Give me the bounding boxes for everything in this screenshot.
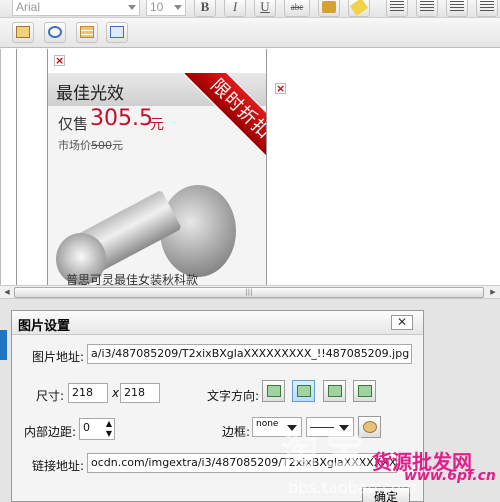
insert-table-button[interactable] bbox=[76, 22, 98, 43]
size-times: x bbox=[112, 386, 120, 400]
watermark-domain: bbs.taobao.com bbox=[288, 478, 417, 497]
broken-image-icon-2: × bbox=[275, 82, 286, 95]
stepper-arrows-icon[interactable]: ▲ ▼ bbox=[106, 419, 112, 439]
broken-image-icon: × bbox=[54, 54, 65, 67]
dialog-title: 图片设置 bbox=[18, 319, 71, 334]
height-input[interactable]: 218 bbox=[120, 383, 160, 403]
strikethrough-button[interactable]: abc bbox=[284, 0, 310, 17]
text-color-icon bbox=[322, 1, 336, 13]
ad-market-price: 市场价500元 bbox=[58, 137, 123, 153]
insert-image-button[interactable] bbox=[12, 22, 34, 43]
side-tab bbox=[0, 330, 7, 360]
align-right-button[interactable] bbox=[446, 0, 468, 17]
text-color-button[interactable] bbox=[318, 0, 340, 17]
insert-toolbar bbox=[0, 18, 500, 48]
ad-price: 305.5 bbox=[90, 106, 153, 131]
scroll-right-icon[interactable]: ▶ bbox=[488, 287, 498, 298]
align-right-icon bbox=[450, 1, 464, 13]
font-family-select[interactable]: Arial bbox=[12, 0, 140, 16]
wrap-none-button[interactable] bbox=[323, 380, 346, 402]
source-code-button[interactable] bbox=[106, 22, 128, 43]
underline-button[interactable]: U bbox=[254, 0, 276, 17]
size-label: 尺寸: bbox=[36, 389, 65, 403]
highlight-button[interactable] bbox=[348, 0, 370, 17]
market-price-value: 500 bbox=[91, 139, 112, 152]
ad-price-prefix: 仅售 bbox=[58, 115, 89, 133]
justify-icon bbox=[480, 1, 494, 13]
wrap-center-icon bbox=[297, 385, 311, 397]
table-icon bbox=[80, 26, 94, 38]
font-size-value: 10 bbox=[150, 0, 164, 14]
watermark-brand-url: www.6pf.cn bbox=[404, 468, 496, 484]
align-center-icon bbox=[420, 1, 434, 13]
close-button[interactable]: ✕ bbox=[391, 315, 413, 330]
align-center-button[interactable] bbox=[416, 0, 438, 17]
ad-price-unit: 元 bbox=[150, 117, 164, 133]
wrap-right-button[interactable] bbox=[353, 380, 376, 402]
ad-title: 最佳光效 bbox=[56, 84, 124, 104]
wrap-none-icon bbox=[328, 385, 342, 397]
wrap-left-icon bbox=[267, 385, 281, 397]
highlighter-icon bbox=[349, 0, 369, 16]
editor-area[interactable]: × 最佳光效 仅售 305.5 元 市场价500元 限时折扣 普思可灵最佳女装秋… bbox=[0, 49, 500, 285]
border-style-value: none bbox=[256, 419, 279, 429]
font-size-select[interactable]: 10 bbox=[146, 0, 186, 16]
padding-label: 内部边距: bbox=[24, 425, 77, 439]
bold-button[interactable]: B bbox=[194, 0, 216, 17]
align-left-icon bbox=[390, 1, 404, 13]
font-family-value: Arial bbox=[16, 0, 41, 14]
product-ad-image[interactable]: 最佳光效 仅售 305.5 元 市场价500元 限时折扣 普思可灵最佳女装秋科款 bbox=[48, 73, 266, 285]
image-url-label: 图片地址: bbox=[32, 350, 85, 364]
italic-button[interactable]: I bbox=[224, 0, 246, 17]
link-url-label: 链接地址: bbox=[32, 459, 85, 473]
insert-link-button[interactable] bbox=[44, 22, 66, 43]
market-label: 市场价 bbox=[58, 139, 91, 152]
width-input[interactable]: 218 bbox=[68, 383, 108, 403]
wrap-center-button[interactable] bbox=[292, 380, 315, 402]
scroll-thumb[interactable]: ||| bbox=[14, 287, 484, 298]
scroll-left-icon[interactable]: ◀ bbox=[2, 287, 12, 298]
wrap-left-button[interactable] bbox=[262, 380, 285, 402]
text-direction-label: 文字方向: bbox=[207, 389, 260, 403]
padding-value: 0 bbox=[83, 421, 90, 434]
dialog-header: 图片设置 ✕ bbox=[12, 311, 423, 335]
horizontal-scrollbar[interactable]: ◀ ||| ▶ bbox=[0, 285, 500, 299]
watermark-site: 淘宝 bbox=[280, 429, 373, 473]
padding-stepper[interactable]: 0 ▲ ▼ bbox=[79, 418, 115, 440]
source-icon bbox=[110, 26, 124, 38]
market-unit: 元 bbox=[112, 139, 123, 152]
image-icon bbox=[16, 26, 30, 38]
formatting-toolbar: Arial 10 B I U abc bbox=[0, 0, 500, 18]
wrap-right-icon bbox=[358, 385, 372, 397]
image-url-input[interactable]: a/i3/487085209/T2xixBXglaXXXXXXXXX_!!487… bbox=[87, 344, 412, 364]
border-label: 边框: bbox=[222, 425, 251, 439]
justify-button[interactable] bbox=[476, 0, 498, 17]
align-left-button[interactable] bbox=[386, 0, 408, 17]
link-icon bbox=[48, 26, 62, 38]
ad-caption: 普思可灵最佳女装秋科款 bbox=[66, 273, 199, 285]
